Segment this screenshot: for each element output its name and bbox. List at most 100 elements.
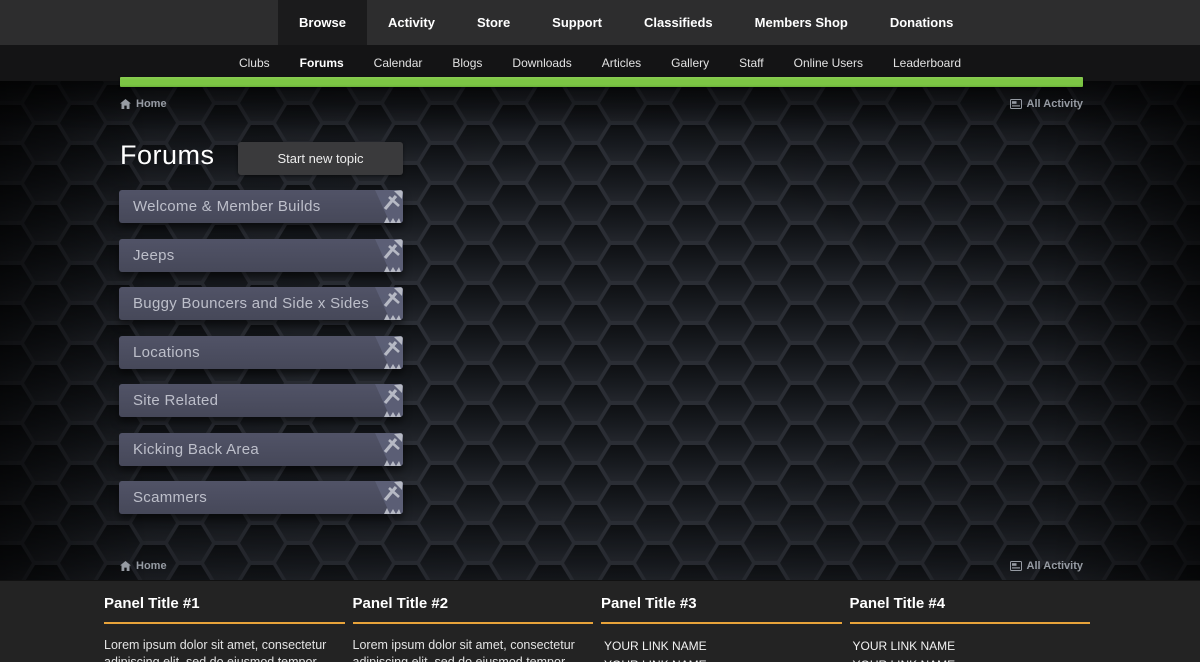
hex-cell bbox=[1176, 85, 1200, 121]
page: Browse Activity Store Support Classified… bbox=[0, 0, 1200, 662]
subnav-blogs[interactable]: Blogs bbox=[437, 56, 497, 70]
hex-cell bbox=[420, 305, 464, 341]
hex-cell bbox=[492, 425, 536, 461]
nav-tab-members-shop[interactable]: Members Shop bbox=[734, 0, 869, 45]
nav-tab-support[interactable]: Support bbox=[531, 0, 623, 45]
hex-cell bbox=[780, 505, 824, 541]
footer-link[interactable]: YOUR LINK NAME bbox=[850, 637, 1091, 656]
category-locations[interactable]: Locations bbox=[119, 336, 403, 369]
hex-cell bbox=[780, 225, 824, 261]
panel-title: Panel Title #3 bbox=[601, 594, 842, 614]
hex-cell bbox=[924, 305, 968, 341]
footer-panel-3: Panel Title #3 YOUR LINK NAME YOUR LINK … bbox=[601, 594, 842, 662]
subnav-articles[interactable]: Articles bbox=[587, 56, 656, 70]
hex-cell bbox=[816, 205, 860, 241]
hex-cell bbox=[1176, 365, 1200, 401]
hex-cell bbox=[1140, 185, 1184, 221]
category-kicking-back-area[interactable]: Kicking Back Area bbox=[119, 433, 403, 466]
hex-cell bbox=[240, 525, 284, 561]
hex-cell bbox=[1104, 405, 1148, 441]
subnav-gallery[interactable]: Gallery bbox=[656, 56, 724, 70]
hex-cell bbox=[960, 165, 1004, 201]
nav-tab-activity[interactable]: Activity bbox=[367, 0, 456, 45]
hex-cell bbox=[960, 405, 1004, 441]
hex-cell bbox=[852, 305, 896, 341]
category-buggy-bouncers[interactable]: Buggy Bouncers and Side x Sides bbox=[119, 287, 403, 320]
footer-link[interactable]: YOUR LINK NAME bbox=[850, 656, 1091, 662]
category-site-related[interactable]: Site Related bbox=[119, 384, 403, 417]
hex-cell bbox=[780, 385, 824, 421]
hex-cell bbox=[24, 565, 68, 580]
hex-cell bbox=[780, 185, 824, 221]
panel-accent-rule bbox=[601, 622, 842, 624]
hex-cell bbox=[0, 225, 32, 261]
hex-cell bbox=[888, 285, 932, 321]
category-welcome-member-builds[interactable]: Welcome & Member Builds bbox=[119, 190, 403, 223]
nav-tab-classifieds[interactable]: Classifieds bbox=[623, 0, 734, 45]
footer-panel-2: Panel Title #2 Lorem ipsum dolor sit ame… bbox=[353, 594, 594, 662]
hex-cell bbox=[816, 445, 860, 481]
hex-cell bbox=[960, 245, 1004, 281]
hex-cell bbox=[1140, 545, 1184, 580]
hex-cell bbox=[456, 245, 500, 281]
hex-cell bbox=[780, 425, 824, 461]
nav-tab-browse[interactable]: Browse bbox=[278, 0, 367, 45]
hex-cell bbox=[1068, 265, 1112, 301]
breadcrumb-home-link[interactable]: Home bbox=[120, 98, 167, 110]
nav-tab-donations[interactable]: Donations bbox=[869, 0, 975, 45]
subnav-downloads[interactable]: Downloads bbox=[497, 56, 586, 70]
hex-cell bbox=[888, 125, 932, 161]
hex-cell bbox=[600, 445, 644, 481]
hex-cell bbox=[1068, 385, 1112, 421]
hex-cell bbox=[996, 225, 1040, 261]
hex-cell bbox=[1104, 365, 1148, 401]
subnav-staff[interactable]: Staff bbox=[724, 56, 778, 70]
hex-cell bbox=[960, 445, 1004, 481]
hex-cell bbox=[672, 445, 716, 481]
hex-cell bbox=[1032, 245, 1076, 281]
hex-cell bbox=[528, 125, 572, 161]
hex-cell bbox=[600, 405, 644, 441]
subnav-calendar[interactable]: Calendar bbox=[359, 56, 438, 70]
hex-cell bbox=[0, 465, 32, 501]
hex-cell bbox=[24, 125, 68, 161]
newspaper-icon bbox=[1010, 99, 1022, 109]
hex-cell bbox=[1068, 185, 1112, 221]
hex-cell bbox=[852, 465, 896, 501]
jeep-crawler-icon bbox=[359, 239, 403, 272]
category-scammers[interactable]: Scammers bbox=[119, 481, 403, 514]
subnav-forums[interactable]: Forums bbox=[285, 56, 359, 70]
hex-cell bbox=[1068, 505, 1112, 541]
hex-cell bbox=[1104, 525, 1148, 561]
hex-cell bbox=[24, 405, 68, 441]
hex-cell bbox=[528, 245, 572, 281]
hex-cell bbox=[1140, 385, 1184, 421]
hex-cell bbox=[744, 205, 788, 241]
all-activity-link[interactable]: All Activity bbox=[1010, 560, 1083, 572]
hex-cell bbox=[672, 205, 716, 241]
ad-banner-bar[interactable] bbox=[120, 77, 1083, 87]
start-new-topic-button[interactable]: Start new topic bbox=[238, 142, 403, 175]
hex-cell bbox=[780, 345, 824, 381]
hex-cell bbox=[492, 505, 536, 541]
subnav-leaderboard[interactable]: Leaderboard bbox=[878, 56, 976, 70]
all-activity-link[interactable]: All Activity bbox=[1010, 98, 1083, 110]
subnav-clubs[interactable]: Clubs bbox=[224, 56, 285, 70]
home-icon bbox=[120, 99, 131, 109]
footer-link[interactable]: YOUR LINK NAME bbox=[601, 637, 842, 656]
hex-cell bbox=[492, 225, 536, 261]
hex-cell bbox=[888, 405, 932, 441]
hex-cell bbox=[888, 205, 932, 241]
category-label: Jeeps bbox=[133, 239, 175, 272]
hex-cell bbox=[528, 285, 572, 321]
hex-cell bbox=[456, 325, 500, 361]
hex-cell bbox=[960, 285, 1004, 321]
category-jeeps[interactable]: Jeeps bbox=[119, 239, 403, 272]
nav-tab-store[interactable]: Store bbox=[456, 0, 531, 45]
footer-link[interactable]: YOUR LINK NAME bbox=[601, 656, 842, 662]
category-label: Locations bbox=[133, 336, 200, 369]
category-label: Site Related bbox=[133, 384, 218, 417]
subnav-online-users[interactable]: Online Users bbox=[779, 56, 878, 70]
hex-cell bbox=[816, 165, 860, 201]
breadcrumb-home-link[interactable]: Home bbox=[120, 560, 167, 572]
